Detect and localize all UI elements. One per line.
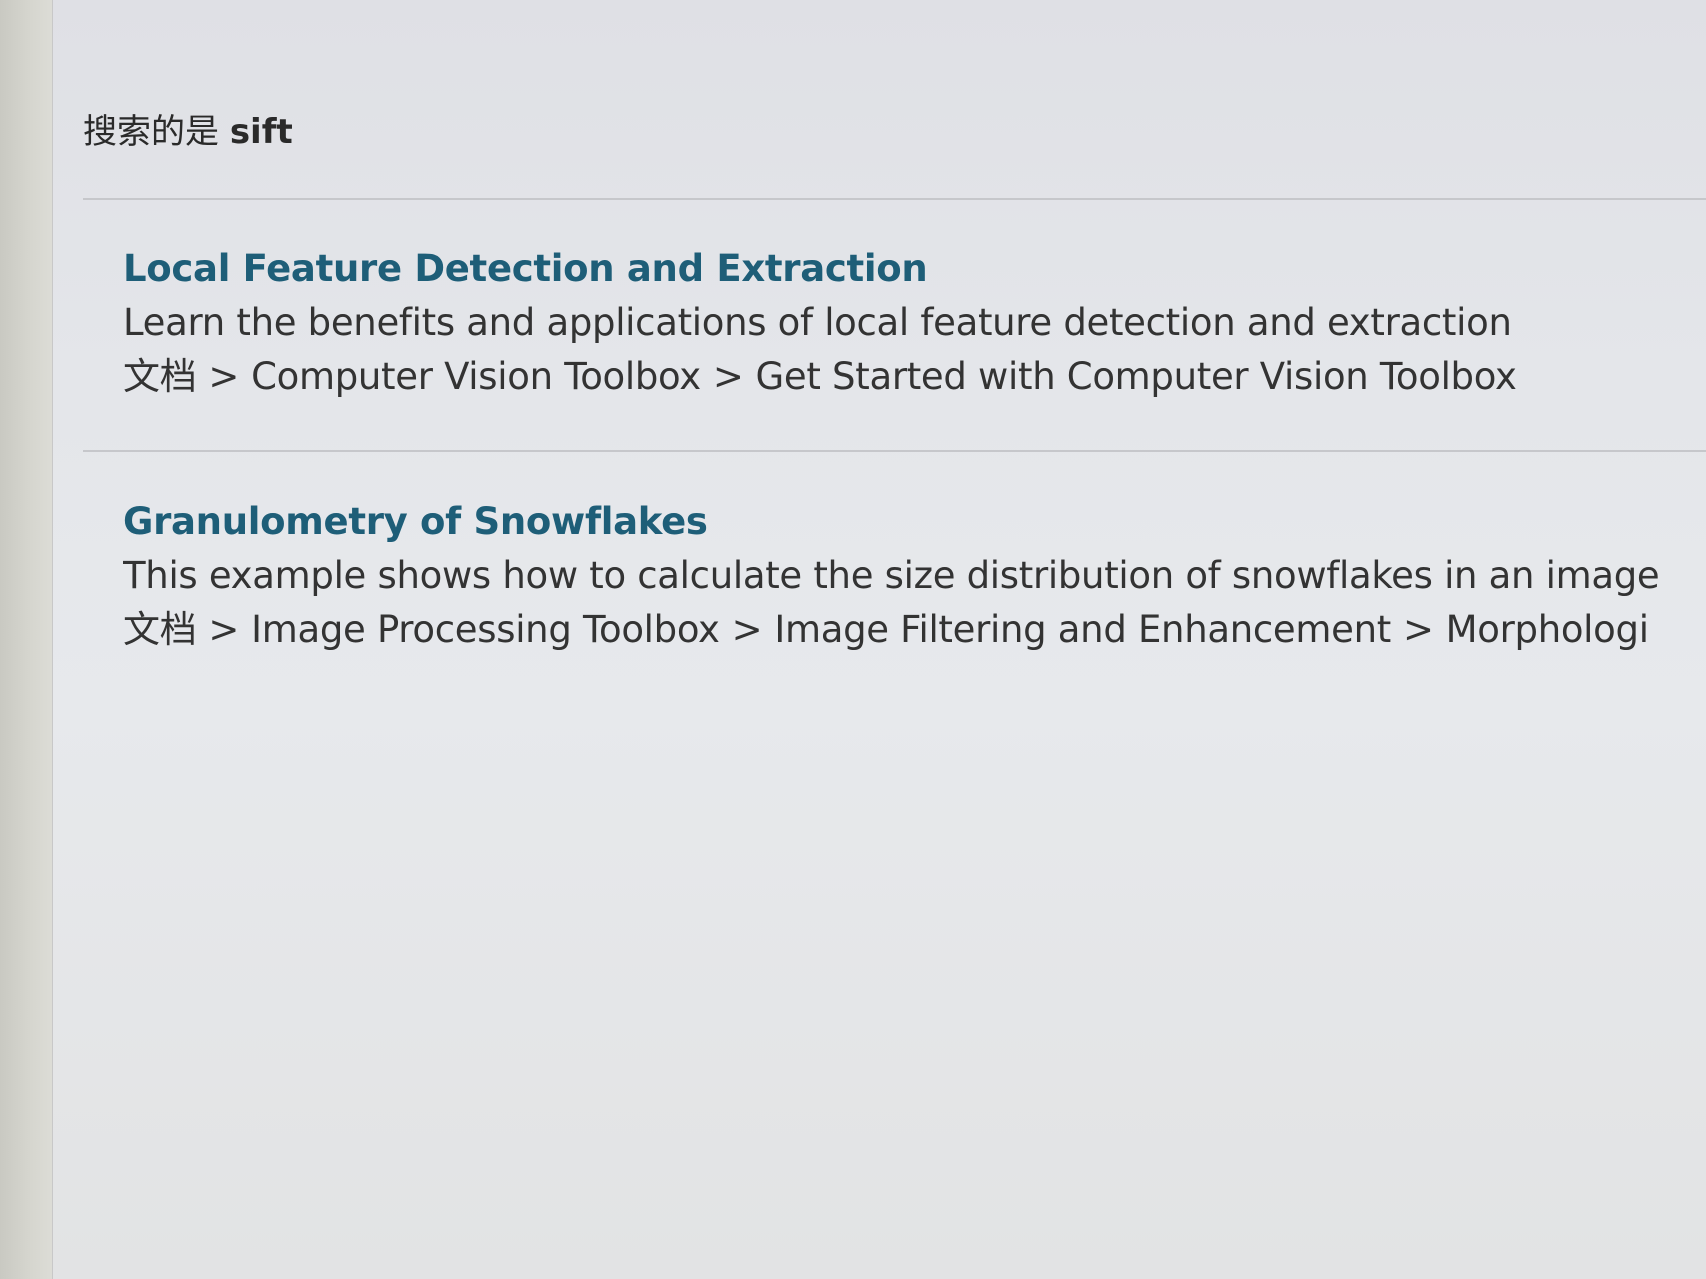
breadcrumb-item[interactable]: Get Started with Computer Vision Toolbox [756, 355, 1517, 398]
breadcrumb-item[interactable]: Computer Vision Toolbox [251, 355, 701, 398]
divider [83, 450, 1706, 452]
search-result: Local Feature Detection and Extraction L… [123, 242, 1706, 404]
breadcrumb-item[interactable]: 文档 [123, 355, 197, 398]
result-description: This example shows how to calculate the … [123, 554, 1660, 597]
divider [83, 198, 1706, 200]
breadcrumb-separator: > [208, 355, 240, 398]
result-description: Learn the benefits and applications of l… [123, 301, 1512, 344]
result-title-link[interactable]: Local Feature Detection and Extraction [123, 242, 1706, 296]
breadcrumb-item[interactable]: Morphologi [1446, 608, 1649, 651]
search-result: Granulometry of Snowflakes This example … [123, 495, 1706, 657]
result-breadcrumb: 文档 > Image Processing Toolbox > Image Filter… [123, 603, 1706, 657]
breadcrumb-item[interactable]: 文档 [123, 608, 197, 651]
breadcrumb-separator: > [1402, 608, 1434, 651]
search-results-page: 搜索的是 sift Local Feature Detection and Ex… [53, 0, 1706, 1279]
search-summary: 搜索的是 sift [83, 104, 293, 153]
breadcrumb-separator: > [208, 608, 240, 651]
breadcrumb-separator: > [712, 355, 744, 398]
result-breadcrumb: 文档 > Computer Vision Toolbox > Get Started w… [123, 350, 1706, 404]
result-title-link[interactable]: Granulometry of Snowflakes [123, 495, 1706, 549]
breadcrumb-item[interactable]: Image Filtering and Enhancement [774, 608, 1391, 651]
search-prefix: 搜索的是 [83, 112, 219, 152]
search-query: sift [229, 112, 293, 152]
screen-bezel [0, 0, 53, 1279]
breadcrumb-separator: > [731, 608, 763, 651]
breadcrumb-item[interactable]: Image Processing Toolbox [251, 608, 720, 651]
